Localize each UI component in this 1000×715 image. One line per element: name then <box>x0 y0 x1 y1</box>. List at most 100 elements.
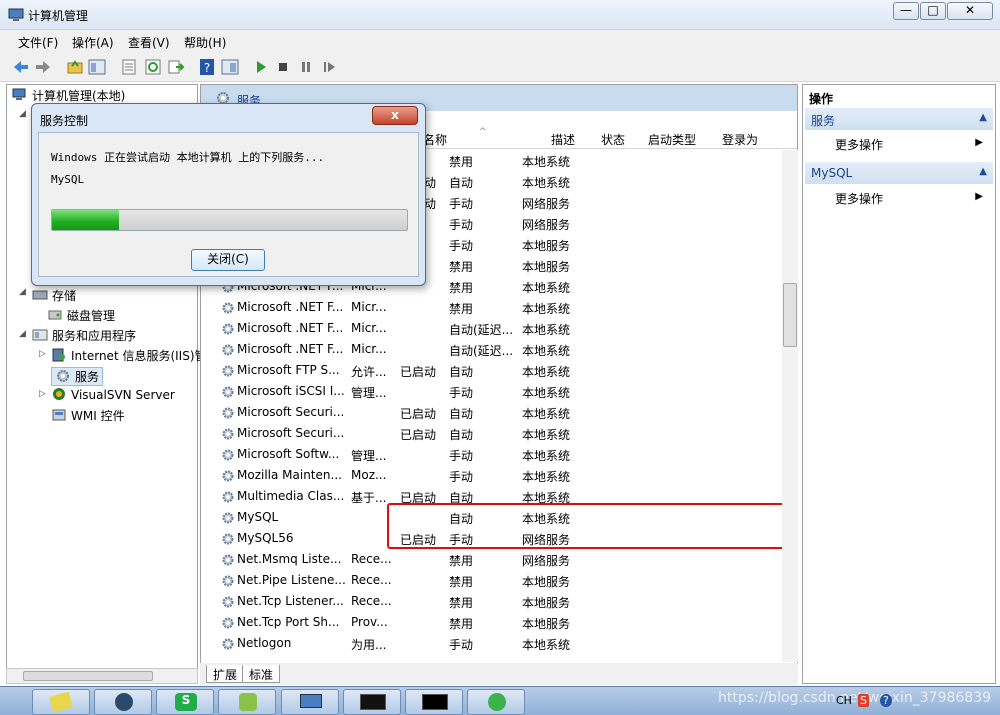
minimize-button[interactable]: — <box>893 2 919 20</box>
close-button[interactable]: ✕ <box>947 2 993 20</box>
tree-item-services-apps[interactable]: 服务和应用程序 <box>32 327 136 344</box>
collapse-icon[interactable]: ▲ <box>979 166 987 177</box>
help-tray-icon[interactable]: ? <box>880 694 892 707</box>
scroll-thumb[interactable] <box>23 671 153 681</box>
menu-view[interactable]: 查看(V) <box>128 34 170 51</box>
table-row[interactable]: Microsoft Securi... 已启动 自动 本地系统 <box>218 423 588 444</box>
back-icon[interactable] <box>12 58 30 76</box>
table-row[interactable]: Net.Msmq Liste... Rece... 禁用 网络服务 <box>218 549 588 570</box>
service-log-on-as: 本地系统 <box>522 365 571 379</box>
more-actions-item[interactable]: 更多操作 <box>835 190 883 207</box>
tree-item-visualsvn[interactable]: VisualSVN Server <box>51 387 175 402</box>
dialog-close-button[interactable]: x <box>372 106 418 125</box>
menu-action[interactable]: 操作(A) <box>72 34 114 51</box>
properties-icon[interactable] <box>120 58 138 76</box>
tree-horizontal-scrollbar[interactable] <box>6 668 198 684</box>
gear-icon <box>222 575 234 587</box>
table-row[interactable]: Netlogon 为用... 手动 本地系统 <box>218 633 588 654</box>
table-row[interactable]: Microsoft .NET F... Micr... 自动(延迟... 本地系统 <box>218 318 588 339</box>
service-startup-type: 自动 <box>449 176 474 190</box>
service-description: Moz... <box>351 468 387 482</box>
tree-item-disk-management[interactable]: 磁盘管理 <box>47 307 115 324</box>
more-actions-item[interactable]: 更多操作 <box>835 136 883 153</box>
show-tree-icon[interactable] <box>88 58 106 76</box>
service-description: Micr... <box>351 300 387 314</box>
table-row[interactable]: Net.Tcp Port Sh... Prov... 禁用 本地服务 <box>218 612 588 633</box>
action-group-mysql[interactable]: MySQL ▲ <box>805 162 993 184</box>
table-row[interactable]: Microsoft .NET F... Micr... 自动(延迟... 本地系统 <box>218 339 588 360</box>
tree-item-services[interactable]: 服务 <box>51 367 104 386</box>
tree-item-storage[interactable]: 存储 <box>32 287 76 304</box>
taskbar-app-database[interactable] <box>218 689 276 715</box>
tree-expander[interactable]: ◢ <box>19 287 26 297</box>
taskbar-app-sogou[interactable]: S <box>156 689 214 715</box>
service-name: Net.Msmq Liste... <box>237 552 342 566</box>
watermark: https://blog.csdn.net/weixin_37986839 <box>718 690 992 706</box>
tree-expander[interactable]: ◢ <box>19 109 26 119</box>
service-startup-type: 禁用 <box>449 617 474 631</box>
scroll-thumb[interactable] <box>783 283 797 347</box>
tree-expander[interactable]: ▷ <box>39 389 46 399</box>
table-row[interactable]: Mozilla Mainten... Moz... 手动 本地系统 <box>218 465 588 486</box>
table-row[interactable]: Microsoft FTP S... 允许... 已启动 自动 本地系统 <box>218 360 588 381</box>
table-row[interactable]: Microsoft Softw... 管理... 手动 本地系统 <box>218 444 588 465</box>
service-name: Net.Tcp Listener... <box>237 594 344 608</box>
service-startup-type: 自动(延迟... <box>449 344 514 358</box>
taskbar-app-sticky-notes[interactable] <box>32 689 90 715</box>
gear-icon <box>222 323 234 335</box>
service-name: Microsoft Securi... <box>237 426 345 440</box>
input-language[interactable]: CH <box>836 694 852 707</box>
maximize-button[interactable]: □ <box>920 2 946 20</box>
service-control-dialog: 服务控制 x Windows 正在尝试启动 本地计算机 上的下列服务... My… <box>31 103 426 286</box>
service-startup-type: 禁用 <box>449 575 474 589</box>
help-icon[interactable]: ? <box>198 58 216 76</box>
stop-icon[interactable] <box>274 58 292 76</box>
tree-root[interactable]: 计算机管理(本地) <box>12 87 125 104</box>
tab-standard[interactable]: 标准 <box>242 665 281 683</box>
tree-item-wmi[interactable]: WMI 控件 <box>51 407 125 424</box>
column-name[interactable]: 名称 <box>423 131 447 148</box>
service-description: 为用... <box>351 638 387 652</box>
column-log-on-as[interactable]: 登录为 <box>722 131 758 148</box>
table-row[interactable]: Net.Pipe Listene... Rece... 禁用 本地服务 <box>218 570 588 591</box>
column-startup-type[interactable]: 启动类型 <box>648 131 696 148</box>
close-dialog-button[interactable]: 关闭(C) <box>191 249 265 271</box>
dialog-message: Windows 正在尝试启动 本地计算机 上的下列服务... <box>51 151 325 164</box>
table-row[interactable]: Microsoft Securi... 已启动 自动 本地系统 <box>218 402 588 423</box>
play-icon[interactable] <box>252 58 270 76</box>
tree-expander[interactable]: ◢ <box>19 329 26 339</box>
up-folder-icon[interactable] <box>66 58 84 76</box>
tree-item-iis[interactable]: Internet 信息服务(IIS)管 <box>51 347 207 364</box>
table-row[interactable]: Microsoft iSCSI I... 管理... 手动 本地系统 <box>218 381 588 402</box>
sogou-tray-icon[interactable]: S <box>858 694 869 707</box>
column-description[interactable]: 描述 <box>551 131 575 148</box>
taskbar-app-computer-management[interactable] <box>281 689 339 715</box>
service-status: 已启动 <box>400 365 437 379</box>
export-icon[interactable] <box>167 58 185 76</box>
column-status[interactable]: 状态 <box>601 131 625 148</box>
tree-expander[interactable]: ▷ <box>39 349 46 359</box>
taskbar-app-wechat[interactable] <box>467 689 525 715</box>
refresh-icon[interactable] <box>144 58 162 76</box>
menu-help[interactable]: 帮助(H) <box>184 34 226 51</box>
services-vertical-scrollbar[interactable] <box>782 150 798 662</box>
collapse-icon[interactable]: ▲ <box>979 112 987 123</box>
forward-icon[interactable] <box>34 58 52 76</box>
service-name: Multimedia Clas... <box>237 489 345 503</box>
action-group-services[interactable]: 服务 ▲ <box>805 108 993 130</box>
table-row[interactable]: Microsoft .NET F... Micr... 禁用 本地系统 <box>218 297 588 318</box>
taskbar-app-cmd[interactable] <box>405 689 463 715</box>
chevron-right-icon: ▶ <box>975 137 983 148</box>
taskbar-app-mysql-console[interactable] <box>343 689 401 715</box>
table-row[interactable]: Net.Tcp Listener... Rece... 禁用 本地服务 <box>218 591 588 612</box>
menu-file[interactable]: 文件(F) <box>18 34 58 51</box>
dialog-service-name: MySQL <box>51 173 85 186</box>
gear-icon <box>222 596 234 608</box>
service-startup-type: 手动 <box>449 239 474 253</box>
taskbar-app-chat[interactable] <box>94 689 152 715</box>
console-icon[interactable] <box>221 58 239 76</box>
pause-icon[interactable] <box>297 58 315 76</box>
tab-extended[interactable]: 扩展 <box>206 665 245 683</box>
storage-icon <box>32 290 48 300</box>
restart-icon[interactable] <box>320 58 338 76</box>
